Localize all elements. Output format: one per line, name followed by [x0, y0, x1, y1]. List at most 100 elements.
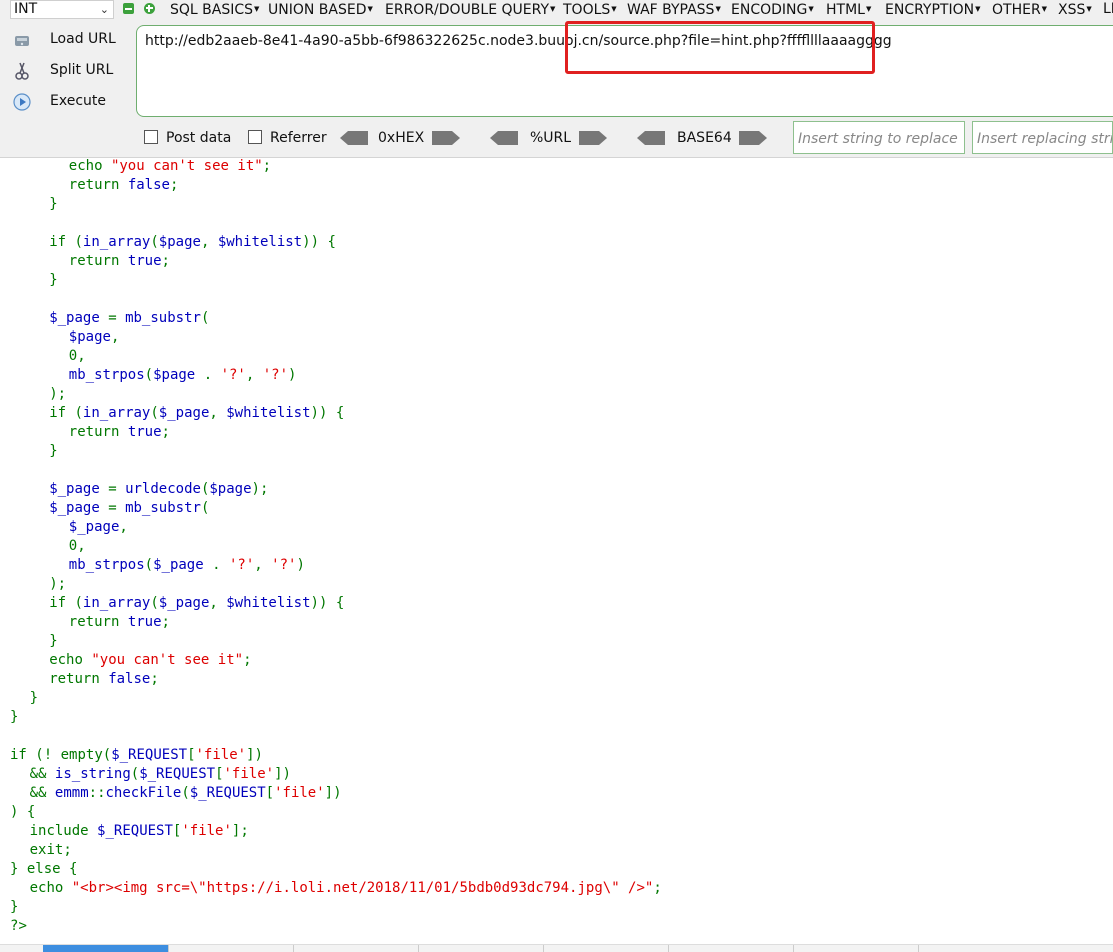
dropdown-arrow-icon: ▼: [550, 5, 556, 13]
dropdown-arrow-icon: ▼: [367, 5, 373, 13]
menu-encoding[interactable]: ENCODING▼: [731, 1, 814, 19]
dropdown-arrow-icon: ▼: [975, 5, 981, 13]
code-line: if (in_array($page, $whitelist)) {: [49, 234, 336, 250]
code-line: } else {: [10, 861, 78, 877]
menu-error-double-query[interactable]: ERROR/DOUBLE QUERY▼: [385, 1, 555, 19]
menu-lf[interactable]: LF: [1103, 1, 1113, 18]
split-url-button[interactable]: Split URL: [8, 58, 128, 84]
dropdown-arrow-icon: ▼: [715, 5, 721, 13]
code-line: return false;: [49, 671, 159, 687]
type-select-value: INT: [14, 1, 38, 17]
code-line: );: [49, 386, 67, 402]
base64-label: BASE64: [677, 130, 732, 146]
hex-encode-arrow-icon[interactable]: [432, 131, 460, 145]
code-line: echo "you can't see it";: [49, 652, 252, 668]
code-line: exit;: [29, 842, 72, 858]
code-line: }: [49, 272, 58, 288]
dropdown-arrow-icon: ▼: [611, 5, 617, 13]
menu-label: ENCRYPTION: [885, 2, 975, 18]
menu-other[interactable]: OTHER▼: [992, 1, 1047, 19]
minus-icon[interactable]: [123, 3, 134, 14]
code-line: $_page = urldecode($page);: [49, 481, 269, 497]
code-line: include $_REQUEST['file'];: [29, 823, 249, 839]
code-line: echo "you can't see it";: [68, 158, 272, 174]
hackbar-toolbar: INT ⌄ SQL BASICS▼ UNION BASED▼ ERROR/DOUBL…: [0, 0, 1113, 158]
post-data-label: Post data: [166, 130, 232, 146]
scissors-icon: [15, 62, 29, 80]
replace-string-input[interactable]: Insert string to replace: [793, 121, 965, 154]
play-icon: [13, 93, 31, 111]
split-url-label: Split URL: [50, 62, 114, 78]
dropdown-arrow-icon: ▼: [808, 5, 814, 13]
code-line: $_page = mb_substr(: [49, 500, 210, 516]
menu-encryption[interactable]: ENCRYPTION▼: [885, 1, 980, 19]
code-line: }: [49, 443, 58, 459]
highlight-box: [565, 21, 875, 74]
menu-label: SQL BASICS: [170, 2, 254, 18]
replacing-string-input[interactable]: Insert replacing string: [972, 121, 1113, 154]
hex-label: 0xHEX: [378, 130, 425, 146]
load-url-icon: [15, 36, 29, 46]
source-code-view: echo "you can't see it"; return false;} if…: [0, 157, 1113, 937]
code-line: return false;: [68, 177, 179, 193]
menu-label: ENCODING: [731, 2, 808, 18]
menu-waf-bypass[interactable]: WAF BYPASS▼: [627, 1, 721, 19]
code-line: }: [10, 899, 19, 915]
menu-label: XSS: [1058, 2, 1086, 18]
menu-html[interactable]: HTML▼: [826, 1, 871, 19]
referrer-label: Referrer: [270, 130, 327, 146]
menu-sql-basics[interactable]: SQL BASICS▼: [170, 1, 259, 19]
code-line: ) {: [10, 804, 36, 820]
menu-label: HTML: [826, 2, 865, 18]
code-line: $_page = mb_substr(: [49, 310, 210, 326]
dropdown-arrow-icon: ▼: [254, 5, 260, 13]
code-line: return true;: [68, 253, 170, 269]
code-line: && emmm::checkFile($_REQUEST['file']): [29, 785, 342, 801]
code-line: );: [49, 576, 67, 592]
execute-button[interactable]: Execute: [8, 89, 128, 115]
menu-label: WAF BYPASS: [627, 2, 715, 18]
url-encode-arrow-icon[interactable]: [579, 131, 607, 145]
type-select[interactable]: INT ⌄: [10, 0, 114, 19]
base64-encode-arrow-icon[interactable]: [739, 131, 767, 145]
chevron-down-icon: ⌄: [99, 3, 109, 16]
menu-xss[interactable]: XSS▼: [1058, 1, 1092, 19]
dropdown-arrow-icon: ▼: [1086, 5, 1092, 13]
code-line: }: [49, 196, 58, 212]
hex-decode-arrow-icon[interactable]: [340, 131, 368, 145]
code-line: }: [29, 690, 39, 706]
code-line: if (in_array($_page, $whitelist)) {: [49, 405, 345, 421]
code-line: }: [10, 709, 19, 725]
url-decode-arrow-icon[interactable]: [490, 131, 518, 145]
code-line: }: [49, 633, 58, 649]
plus-icon[interactable]: [144, 3, 155, 14]
menu-label: ERROR/DOUBLE QUERY: [385, 2, 550, 18]
dropdown-arrow-icon: ▼: [865, 5, 872, 13]
post-data-checkbox[interactable]: [144, 130, 158, 144]
code-line: if (in_array($_page, $whitelist)) {: [49, 595, 345, 611]
code-line: && is_string($_REQUEST['file']): [29, 766, 291, 782]
load-url-button[interactable]: Load URL: [8, 27, 128, 53]
menu-tools[interactable]: TOOLS▼: [563, 1, 617, 19]
menu-label: LF: [1103, 1, 1113, 17]
code-line: return true;: [68, 614, 170, 630]
menu-label: OTHER: [992, 2, 1041, 18]
menu-bar: INT ⌄ SQL BASICS▼ UNION BASED▼ ERROR/DOUBL…: [0, 0, 1113, 20]
replace-string-placeholder: Insert string to replace: [798, 131, 958, 147]
code-line: if (! empty($_REQUEST['file']): [10, 747, 263, 763]
menu-union-based[interactable]: UNION BASED▼: [268, 1, 373, 19]
code-line: return true;: [68, 424, 170, 440]
code-line: ?>: [10, 918, 27, 934]
load-url-label: Load URL: [50, 31, 116, 47]
code-line: $_page,: [68, 519, 128, 535]
code-line: mb_strpos($page . '?', '?'): [68, 367, 297, 383]
menu-label: UNION BASED: [268, 2, 367, 18]
referrer-checkbox[interactable]: [248, 130, 262, 144]
menu-label: TOOLS: [563, 2, 611, 18]
replacing-string-placeholder: Insert replacing string: [977, 131, 1112, 147]
code-line: 0,: [68, 538, 86, 554]
base64-decode-arrow-icon[interactable]: [637, 131, 665, 145]
url-encode-label: %URL: [530, 130, 572, 146]
dropdown-arrow-icon: ▼: [1041, 5, 1048, 13]
code-line: 0,: [68, 348, 86, 364]
